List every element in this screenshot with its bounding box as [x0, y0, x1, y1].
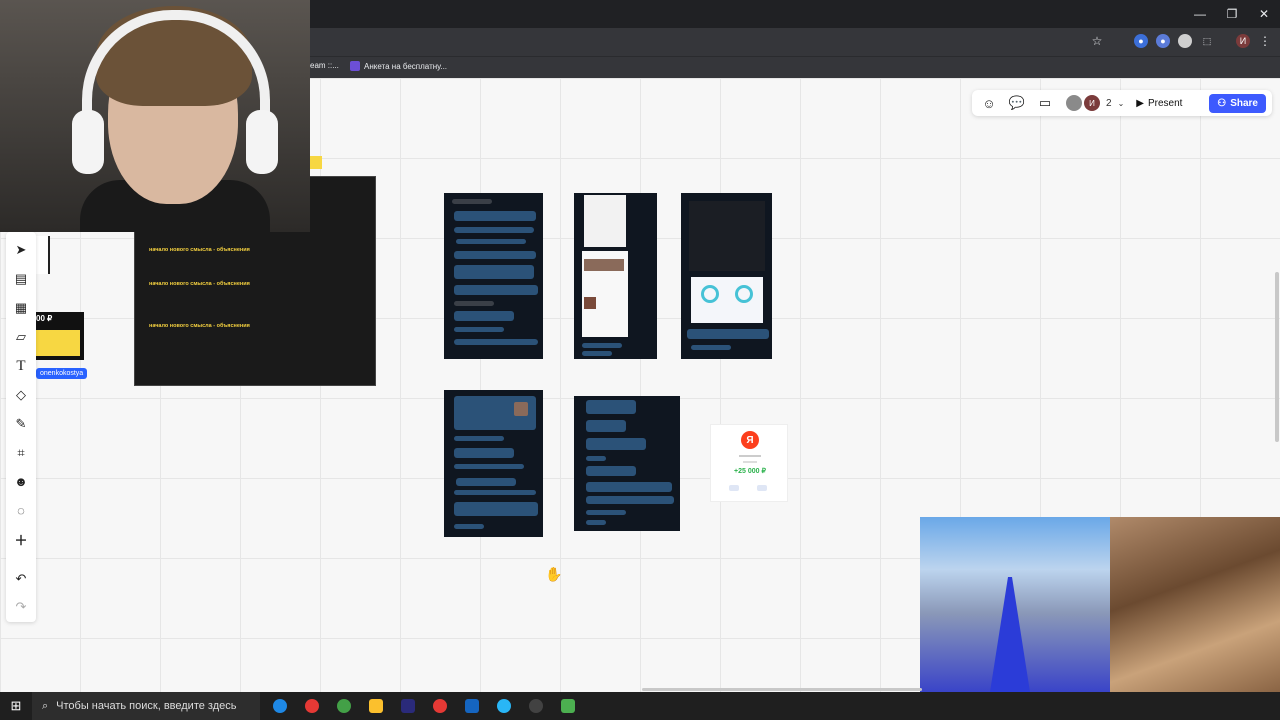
puzzle-icon[interactable]: ⬚	[1200, 34, 1214, 48]
chat-screenshot[interactable]	[444, 193, 543, 359]
horizontal-scrollbar[interactable]	[642, 688, 922, 691]
maximize-icon[interactable]: ❐	[1216, 0, 1248, 28]
price-card[interactable]: 00 ₽	[34, 312, 84, 360]
taskbar-search[interactable]: ⌕ Чтобы начать поиск, введите здесь	[32, 692, 260, 720]
present-label: Present	[1147, 97, 1183, 109]
collaborator-cursor-tag: onenkokostya	[36, 368, 88, 379]
collaborator-avatars[interactable]: И 2 ⌄	[1066, 95, 1124, 111]
extension-icon[interactable]	[1178, 34, 1192, 48]
chat-screenshot[interactable]	[444, 390, 543, 537]
chat-screenshot[interactable]	[574, 396, 680, 531]
gameplay-overlay	[920, 517, 1280, 692]
collaborator-count: 2	[1106, 97, 1112, 109]
share-label: Share	[1230, 97, 1258, 109]
star-icon[interactable]: ☆	[1090, 34, 1104, 48]
board-toolbar: ☺ 💬 ▭ И 2 ⌄ ▶ Present ⚇ Share	[972, 90, 1272, 116]
bookmark-label: eam ::...	[310, 61, 339, 70]
chrome-app-icon[interactable]	[426, 692, 454, 720]
price-text: 00 ₽	[36, 314, 53, 323]
text-icon[interactable]: T	[9, 352, 33, 381]
pen-icon[interactable]: ✎	[9, 410, 33, 439]
frame-icon[interactable]: ⌗	[9, 438, 33, 467]
price-card-banner	[34, 330, 80, 356]
chat-icon[interactable]: 💬	[1006, 93, 1028, 113]
menu-icon[interactable]: ⋮	[1258, 34, 1272, 48]
telegram-app-icon[interactable]	[490, 692, 518, 720]
present-button[interactable]: ▶ Present	[1130, 98, 1188, 109]
redo-icon[interactable]: ↷	[9, 593, 33, 622]
play-icon: ▶	[1136, 97, 1144, 109]
board-image[interactable]	[34, 236, 50, 274]
add-icon[interactable]: ＋	[9, 525, 33, 554]
note-text: начало нового смысла - объяснения	[149, 281, 250, 287]
payment-card-button	[757, 485, 767, 491]
video-icon[interactable]: ▭	[1034, 93, 1056, 113]
chat-screenshot[interactable]	[681, 193, 772, 359]
cursor-icon[interactable]: ➤	[9, 236, 33, 265]
photoshop-app-icon[interactable]	[458, 692, 486, 720]
reactions-icon[interactable]: ☺	[978, 93, 1000, 113]
share-people-icon: ⚇	[1217, 97, 1227, 109]
sticker-icon[interactable]: ☻	[9, 467, 33, 496]
premiere-app-icon[interactable]	[394, 692, 422, 720]
comment-icon[interactable]: ◌	[9, 496, 33, 525]
payment-card[interactable]: Я +25 000 ₽	[710, 424, 788, 502]
webcam-overlay	[0, 0, 310, 232]
bookmark-label: Анкета на бесплатну...	[364, 61, 448, 71]
chat-screenshot[interactable]	[574, 193, 657, 359]
shapes-icon[interactable]: ◇	[9, 381, 33, 410]
bookmark-item[interactable]: eam ::...	[310, 61, 339, 70]
note-text: начало нового смысла - объяснения	[149, 323, 250, 329]
avatar	[1066, 95, 1082, 111]
search-placeholder: Чтобы начать поиск, введите здесь	[56, 700, 237, 712]
chrome-app-icon[interactable]	[330, 692, 358, 720]
minecraft-app-icon[interactable]	[554, 692, 582, 720]
undo-icon[interactable]: ↶	[9, 564, 33, 593]
file-explorer-icon[interactable]	[362, 692, 390, 720]
table-icon[interactable]: ▦	[9, 294, 33, 323]
windows-start-icon[interactable]: ⊞	[0, 692, 32, 720]
minimize-icon[interactable]: —	[1184, 0, 1216, 28]
share-button[interactable]: ⚇ Share	[1209, 93, 1266, 113]
extension-icon[interactable]: ●	[1134, 34, 1148, 48]
obs-app-icon[interactable]	[522, 692, 550, 720]
chrome-app-icon[interactable]	[298, 692, 326, 720]
sticky-note-icon[interactable]: ▱	[9, 323, 33, 352]
hand-cursor-icon: ✋	[545, 566, 563, 582]
payment-card-line	[743, 461, 757, 463]
chevron-down-icon: ⌄	[1117, 98, 1125, 108]
payment-card-button	[729, 485, 739, 491]
payment-card-line	[739, 455, 761, 457]
templates-icon[interactable]: ▤	[9, 265, 33, 294]
sticky-note[interactable]	[310, 156, 322, 169]
search-icon: ⌕	[42, 699, 49, 712]
yandex-logo-icon: Я	[741, 431, 759, 449]
close-icon[interactable]: ✕	[1248, 0, 1280, 28]
bookmark-item[interactable]: Анкета на бесплатну...	[350, 61, 447, 71]
edge-app-icon[interactable]	[266, 692, 294, 720]
note-text: начало нового смысла - объяснения	[149, 247, 250, 253]
form-icon	[350, 61, 360, 71]
avatar: И	[1084, 95, 1100, 111]
payment-amount: +25 000 ₽	[734, 468, 766, 475]
tool-palette: ➤ ▤ ▦ ▱ T ◇ ✎ ⌗ ☻ ◌ ＋ ↶ ↷	[6, 232, 36, 622]
extension-icon[interactable]: ●	[1156, 34, 1170, 48]
windows-taskbar: ⊞ ⌕ Чтобы начать поиск, введите здесь	[0, 692, 1280, 720]
window-controls: — ❐ ✕	[1184, 0, 1280, 28]
profile-avatar[interactable]: И	[1236, 34, 1250, 48]
vertical-scrollbar[interactable]	[1275, 272, 1279, 442]
